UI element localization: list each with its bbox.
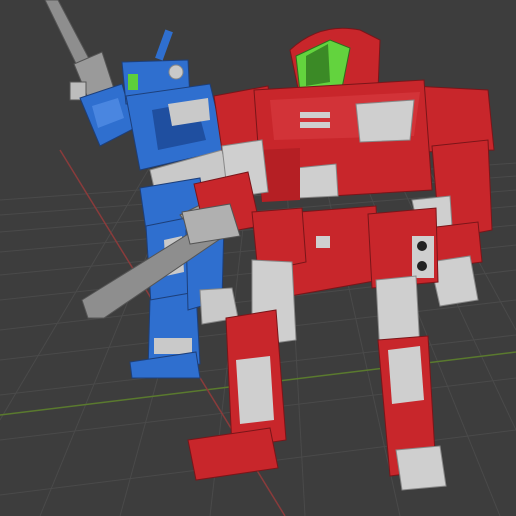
3d-viewport[interactable] [0, 0, 516, 516]
viewport-canvas[interactable] [0, 0, 516, 516]
red-mecha-model[interactable] [181, 27, 495, 491]
